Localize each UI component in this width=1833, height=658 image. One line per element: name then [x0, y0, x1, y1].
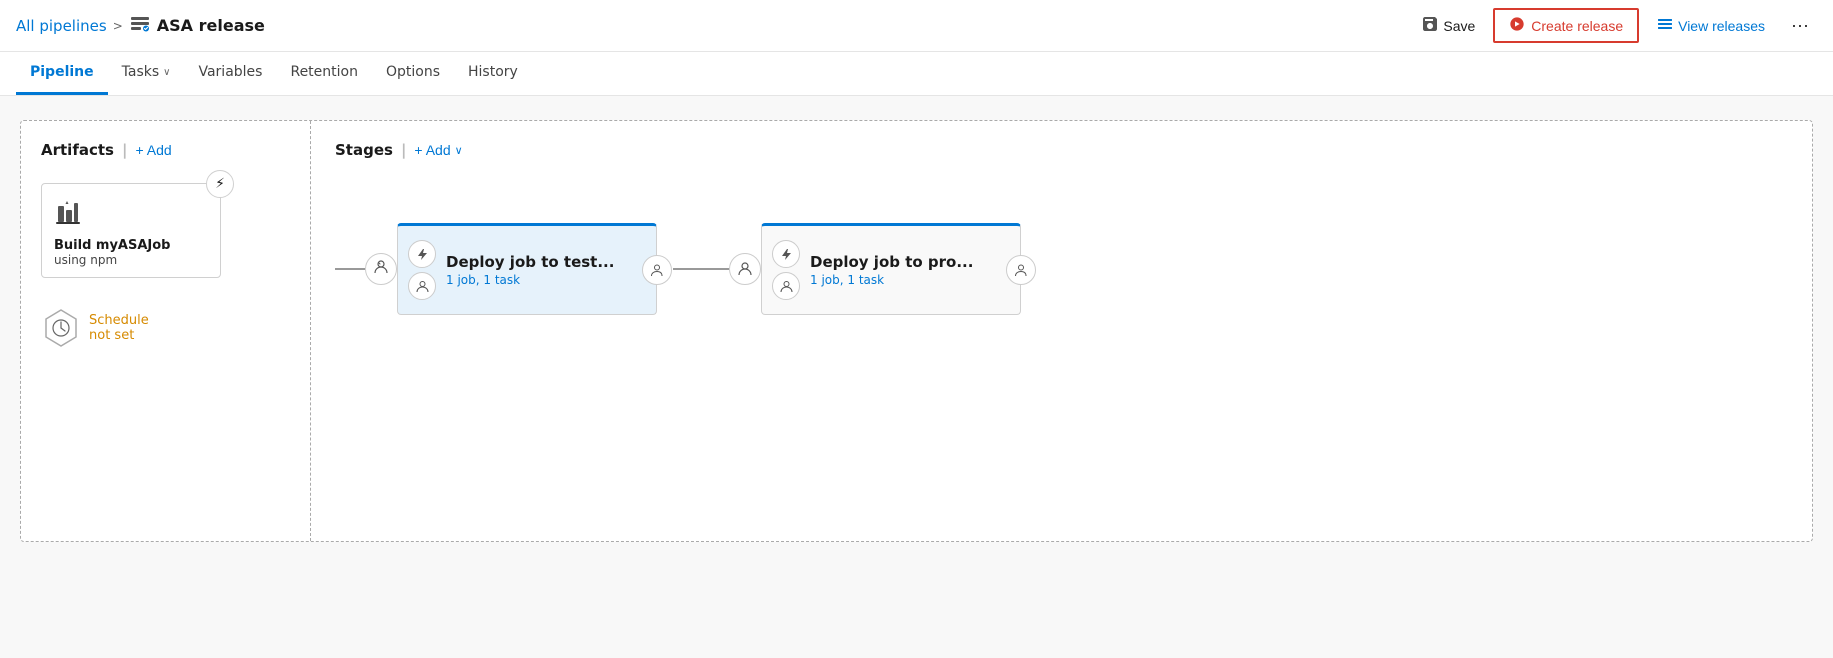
stage2-title: Deploy job to pro... — [810, 253, 1010, 271]
stage-connector — [673, 268, 729, 270]
person-icon — [373, 259, 389, 279]
save-icon — [1422, 16, 1438, 35]
more-options-button[interactable]: ··· — [1783, 9, 1817, 42]
stage2-post-approval[interactable] — [1006, 255, 1036, 285]
artifact-name: Build myASAJob — [54, 238, 208, 253]
tab-retention[interactable]: Retention — [276, 52, 372, 95]
pipeline-icon — [129, 12, 151, 39]
artifacts-divider: | — [122, 141, 127, 159]
nav-tabs: Pipeline Tasks ∨ Variables Retention Opt… — [0, 52, 1833, 96]
stages-section-header: Stages | + Add ∨ — [335, 141, 1788, 159]
pipeline-canvas: Artifacts | + Add ⚡ — [20, 120, 1813, 542]
save-label: Save — [1443, 18, 1475, 34]
stage1-sub: 1 job, 1 task — [446, 273, 646, 287]
tab-retention-label: Retention — [290, 64, 358, 80]
stages-label: Stages — [335, 141, 393, 159]
stage1-lightning-icon — [408, 240, 436, 268]
view-releases-icon — [1657, 16, 1673, 35]
tab-variables[interactable]: Variables — [184, 52, 276, 95]
artifact-stage-connector — [335, 268, 365, 270]
stage1-info: Deploy job to test... 1 job, 1 task — [446, 253, 646, 287]
tab-tasks[interactable]: Tasks ∨ — [108, 52, 185, 95]
stage1-card[interactable]: Deploy job to test... 1 job, 1 task — [397, 223, 657, 315]
tab-options[interactable]: Options — [372, 52, 454, 95]
stages-panel: Stages | + Add ∨ — [311, 121, 1812, 541]
lightning-icon: ⚡ — [215, 176, 225, 192]
artifacts-label: Artifacts — [41, 141, 114, 159]
stage2-info: Deploy job to pro... 1 job, 1 task — [810, 253, 1010, 287]
stages-add-button[interactable]: + Add ∨ — [414, 142, 462, 158]
artifacts-add-button[interactable]: + Add — [135, 142, 171, 158]
stage2-lightning-icon — [772, 240, 800, 268]
schedule-label-line2: not set — [89, 328, 149, 343]
main-canvas: Artifacts | + Add ⚡ — [0, 96, 1833, 658]
tab-history-label: History — [468, 64, 518, 80]
breadcrumb-separator: > — [113, 19, 123, 33]
tasks-chevron-icon: ∨ — [163, 67, 170, 78]
schedule-box[interactable]: Schedule not set — [41, 308, 290, 348]
header: All pipelines > ASA release Save Cr — [0, 0, 1833, 52]
artifact-sub: using npm — [54, 253, 208, 267]
create-release-icon — [1509, 16, 1525, 35]
stage1-title: Deploy job to test... — [446, 253, 646, 271]
tab-variables-label: Variables — [198, 64, 262, 80]
create-release-button[interactable]: Create release — [1493, 8, 1639, 43]
tab-pipeline[interactable]: Pipeline — [16, 52, 108, 95]
schedule-label: Schedule not set — [89, 313, 149, 343]
stage1-card-inner: Deploy job to test... 1 job, 1 task — [398, 226, 656, 314]
all-pipelines-link[interactable]: All pipelines — [16, 17, 107, 35]
stages-add-label: + Add — [414, 142, 450, 158]
more-icon: ··· — [1791, 15, 1809, 35]
create-release-label: Create release — [1531, 18, 1623, 34]
pipeline-name: ASA release — [157, 16, 265, 35]
stage1-icons — [408, 240, 436, 300]
artifact-card[interactable]: ⚡ Build myASAJob using npm — [41, 183, 221, 278]
stage1-post-approval[interactable] — [642, 255, 672, 285]
stages-divider: | — [401, 141, 406, 159]
stage1-person-icon — [408, 272, 436, 300]
stage1-pre-approval[interactable] — [365, 253, 397, 285]
schedule-label-line1: Schedule — [89, 313, 149, 328]
artifact-trigger-button[interactable]: ⚡ — [206, 170, 234, 198]
artifacts-add-label: + Add — [135, 142, 171, 158]
stage2-pre-approval[interactable] — [729, 253, 761, 285]
stages-add-chevron-icon: ∨ — [455, 144, 463, 157]
stage2-card-inner: Deploy job to pro... 1 job, 1 task — [762, 226, 1020, 314]
stages-content: Deploy job to test... 1 job, 1 task — [335, 223, 1788, 315]
save-button[interactable]: Save — [1412, 10, 1485, 41]
header-actions: Save Create release View releases ··· — [1412, 8, 1817, 43]
tab-history[interactable]: History — [454, 52, 532, 95]
artifacts-panel: Artifacts | + Add ⚡ — [21, 121, 311, 541]
artifacts-section-header: Artifacts | + Add — [41, 141, 290, 159]
tab-pipeline-label: Pipeline — [30, 64, 94, 80]
stage2-sub: 1 job, 1 task — [810, 273, 1010, 287]
stage2-card[interactable]: Deploy job to pro... 1 job, 1 task — [761, 223, 1021, 315]
view-releases-button[interactable]: View releases — [1647, 10, 1775, 41]
tab-tasks-label: Tasks — [122, 64, 160, 80]
stage2-person-icon — [772, 272, 800, 300]
stage2-icons — [772, 240, 800, 300]
breadcrumb: All pipelines > ASA release — [16, 12, 265, 39]
tab-options-label: Options — [386, 64, 440, 80]
view-releases-label: View releases — [1678, 18, 1765, 34]
artifact-build-icon — [54, 198, 208, 232]
